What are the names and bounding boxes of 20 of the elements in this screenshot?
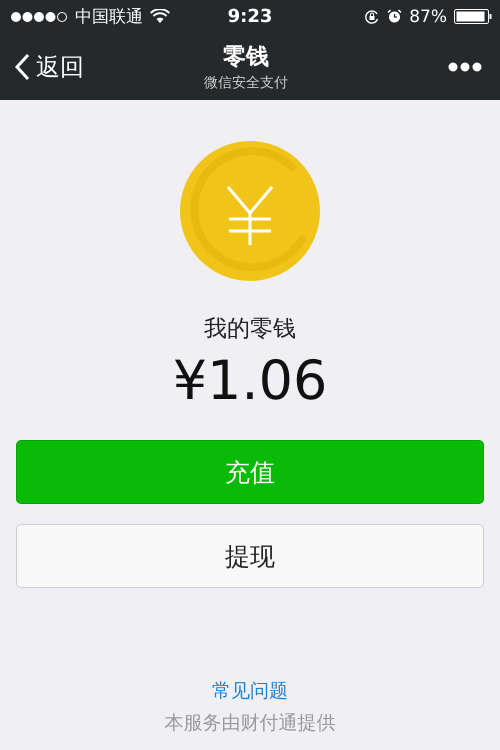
battery-icon [454, 9, 492, 24]
alarm-icon [387, 9, 402, 24]
back-button[interactable]: 返回 [14, 50, 84, 82]
coin-icon [180, 141, 320, 281]
carrier-name: 中国联通 [75, 6, 143, 28]
page-subtitle: 微信安全支付 [204, 74, 288, 92]
wifi-icon [150, 9, 170, 24]
withdraw-button[interactable]: 提现 [16, 524, 484, 588]
battery-percent: 87% [409, 6, 447, 26]
status-time: 9:23 [228, 6, 272, 27]
signal-icon [10, 10, 68, 22]
balance-label: 我的零钱 [204, 315, 296, 344]
chevron-left-icon [14, 52, 30, 80]
faq-link[interactable]: 常见问题 [212, 678, 288, 704]
page-title: 零钱 [223, 43, 269, 72]
balance-amount: ¥1.06 [172, 348, 328, 414]
more-icon [448, 62, 482, 72]
rotation-lock-icon [364, 8, 380, 24]
service-note: 本服务由财付通提供 [164, 711, 336, 736]
more-button[interactable] [448, 62, 482, 72]
